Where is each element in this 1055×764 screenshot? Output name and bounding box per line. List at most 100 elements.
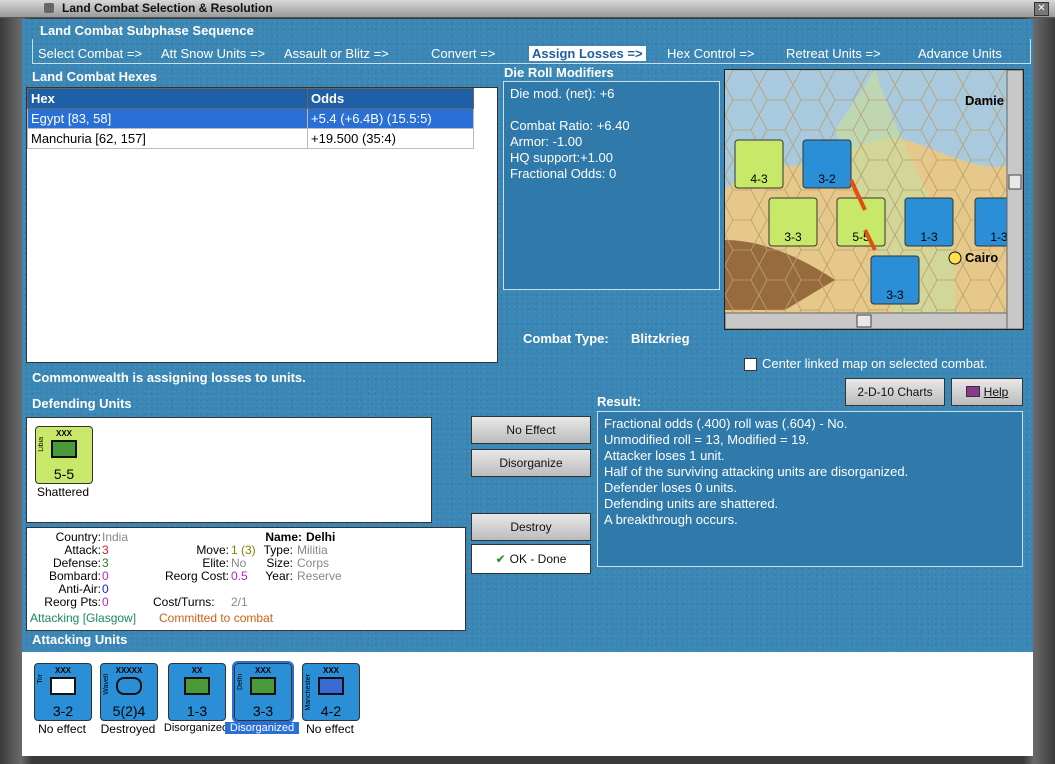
unit-strength: 3-2 <box>52 703 74 719</box>
map-label-damie: Damie <box>965 93 1004 108</box>
defending-title: Defending Units <box>32 396 132 411</box>
unit-status: Destroyed <box>100 722 156 736</box>
counter-strength: 1-3 <box>990 230 1008 244</box>
militia-icon <box>250 677 276 695</box>
armor-icon <box>50 677 76 695</box>
odds-cell: +19.500 (35:4) <box>307 128 474 149</box>
result-line: Unmodified roll = 13, Modified = 19. <box>604 432 810 447</box>
type-value: Militia <box>297 543 328 557</box>
type-label: Type: <box>263 543 293 557</box>
committed-status: Committed to combat <box>159 611 274 625</box>
antiair-label: Anti-Air: <box>58 582 101 596</box>
attacking-unit[interactable]: Wavell XXXXX 5(2)4 <box>100 663 158 721</box>
unit-strength: 1-3 <box>186 703 208 719</box>
infantry-icon <box>51 440 77 458</box>
defending-panel: Libia XXX 5-5 Shattered <box>26 417 432 523</box>
seq-att-snow-units[interactable]: Att Snow Units => <box>161 46 265 61</box>
map-hscroll-thumb[interactable] <box>856 314 872 328</box>
reorg-value: 0 <box>102 595 109 609</box>
attack-value: 3 <box>102 543 109 557</box>
hexes-table: Hex Odds Egypt [83, 58] +5.4 (+6.4B) (15… <box>27 88 474 149</box>
no-effect-button[interactable]: No Effect <box>471 416 591 444</box>
attacking-unit[interactable]: XX 1-3 <box>168 663 226 721</box>
hexes-title: Land Combat Hexes <box>32 69 157 84</box>
counter-strength: 3-3 <box>784 230 802 244</box>
cost-label: Cost/Turns: <box>153 595 215 609</box>
map-counter[interactable]: 3-3 <box>870 255 920 305</box>
column-header-hex[interactable]: Hex <box>27 88 308 109</box>
bombard-value: 0 <box>102 569 109 583</box>
combat-type-value: Blitzkrieg <box>631 331 690 346</box>
seq-select-combat[interactable]: Select Combat => <box>38 46 142 61</box>
result-line: Defending units are shattered. <box>604 496 779 511</box>
destroy-button[interactable]: Destroy <box>471 513 591 541</box>
ok-done-button[interactable]: ✔ OK - Done <box>471 544 591 574</box>
city-icon <box>948 251 962 265</box>
seq-assault-or-blitz[interactable]: Assault or Blitz => <box>284 46 389 61</box>
table-row[interactable]: Manchuria [62, 157] +19.500 (35:4) <box>27 128 474 149</box>
unit-size: XXX <box>54 666 71 675</box>
map-vscroll[interactable] <box>1006 70 1023 329</box>
help-button[interactable]: Help <box>951 378 1023 406</box>
unit-name: Libia <box>38 437 45 452</box>
antiair-value: 0 <box>102 582 109 596</box>
table-row[interactable]: Egypt [83, 58] +5.4 (+6.4B) (15.5:5) <box>27 108 474 129</box>
attacking-unit-selected[interactable]: Delhi XXX 3-3 <box>232 661 294 723</box>
attack-label: Attack: <box>64 543 101 557</box>
counter-strength: 3-3 <box>886 288 904 302</box>
unit-size: XXX <box>254 666 271 675</box>
main-content: Land Combat Subphase Sequence Select Com… <box>22 19 1033 756</box>
unit-status: Disorganized <box>163 722 229 734</box>
map-counter[interactable]: 3-2 <box>802 139 852 189</box>
defense-value: 3 <box>102 556 109 570</box>
map-counter[interactable]: 3-3 <box>768 197 818 247</box>
seq-hex-control[interactable]: Hex Control => <box>667 46 754 61</box>
unit-size: XXX <box>55 429 72 438</box>
reorg-cost-label: Reorg Cost: <box>164 569 229 583</box>
combat-ratio: Combat Ratio: +6.40 <box>510 118 630 133</box>
attacking-unit[interactable]: Manchester XXX 4-2 <box>302 663 360 721</box>
elite-value: No <box>231 556 247 570</box>
pin-icon[interactable] <box>44 3 54 13</box>
combat-map[interactable]: Damie Cairo 4-3 3-2 3-3 5-5 1-3 1-3 3-3 <box>724 69 1024 330</box>
seq-convert[interactable]: Convert => <box>431 46 495 61</box>
move-value: 1 (3) <box>231 543 256 557</box>
charts-button[interactable]: 2-D-10 Charts <box>845 378 945 406</box>
help-label: Help <box>983 385 1009 399</box>
seq-retreat-units[interactable]: Retreat Units => <box>786 46 881 61</box>
combat-type-label: Combat Type: <box>523 331 609 346</box>
result-title: Result: <box>597 394 642 409</box>
result-line: A breakthrough occurs. <box>604 512 738 527</box>
country-value: India <box>102 530 129 544</box>
result-panel: Fractional odds (.400) roll was (.604) -… <box>597 411 1023 567</box>
center-map-checkbox[interactable] <box>744 358 757 371</box>
die-roll-panel: Die mod. (net): +6 Combat Ratio: +6.40 A… <box>503 81 720 290</box>
attacking-hex: Attacking [Glasgow] <box>30 611 137 625</box>
map-vscroll-thumb[interactable] <box>1008 174 1022 190</box>
seq-assign-losses[interactable]: Assign Losses => <box>529 46 646 61</box>
infantry-icon <box>184 677 210 695</box>
unit-status: No effect <box>306 722 354 736</box>
unit-strength: 5(2)4 <box>112 703 146 719</box>
size-label: Size: <box>266 556 293 570</box>
map-counter[interactable]: 4-3 <box>734 139 784 189</box>
unit-size: XXX <box>322 666 339 675</box>
status-message: Commonwealth is assigning losses to unit… <box>32 370 306 385</box>
unit-status: Disorganized <box>225 722 299 734</box>
column-header-odds[interactable]: Odds <box>307 88 474 109</box>
die-roll-title: Die Roll Modifiers <box>504 65 614 80</box>
disorganize-button[interactable]: Disorganize <box>471 449 591 477</box>
close-icon[interactable]: ✕ <box>1034 2 1049 16</box>
cost-value: 2/1 <box>231 595 248 609</box>
defending-unit[interactable]: Libia XXX 5-5 <box>35 426 93 484</box>
name-label: Name: <box>265 530 302 544</box>
die-mod-net: Die mod. (net): +6 <box>510 86 615 101</box>
seq-advance-units[interactable]: Advance Units <box>918 46 1002 61</box>
odds-cell: +5.4 (+6.4B) (15.5:5) <box>307 108 474 129</box>
attacking-unit[interactable]: Tor XXX 3-2 <box>34 663 92 721</box>
bombard-label: Bombard: <box>48 569 101 583</box>
result-line: Defender loses 0 units. <box>604 480 737 495</box>
center-map-label: Center linked map on selected combat. <box>762 356 988 371</box>
unit-size: XXXXX <box>115 666 143 675</box>
map-counter[interactable]: 1-3 <box>904 197 954 247</box>
